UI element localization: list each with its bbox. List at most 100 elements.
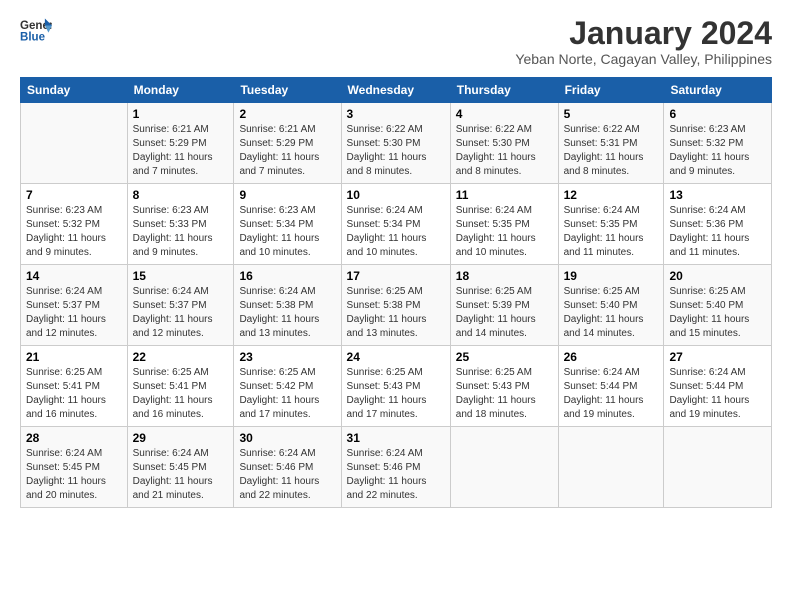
svg-text:Blue: Blue	[20, 32, 46, 44]
day-info: Sunrise: 6:24 AM Sunset: 5:35 PM Dayligh…	[456, 204, 553, 260]
day-cell: 24 Sunrise: 6:25 AM Sunset: 5:43 PM Dayli…	[341, 346, 450, 427]
day-info: Sunrise: 6:25 AM Sunset: 5:41 PM Dayligh…	[133, 366, 229, 422]
day-info: Sunrise: 6:23 AM Sunset: 5:34 PM Dayligh…	[239, 204, 335, 260]
day-cell: 31Sunrise: 6:24 AM Sunset: 5:46 PM Dayli…	[341, 427, 450, 508]
day-info: Sunrise: 6:23 AM Sunset: 5:32 PM Dayligh…	[26, 204, 122, 260]
day-number: 16	[239, 269, 335, 283]
day-cell	[450, 427, 558, 508]
day-number: 10	[347, 188, 445, 202]
day-info: Sunrise: 6:24 AM Sunset: 5:44 PM Dayligh…	[564, 366, 659, 422]
day-cell: 1 Sunrise: 6:21 AM Sunset: 5:29 PM Daylig…	[127, 103, 234, 184]
day-number: 27	[669, 350, 766, 364]
day-cell: 26 Sunrise: 6:24 AM Sunset: 5:44 PM Dayli…	[558, 346, 664, 427]
day-info: Sunrise: 6:25 AM Sunset: 5:43 PM Dayligh…	[456, 366, 553, 422]
col-wednesday: Wednesday	[341, 78, 450, 103]
day-info: Sunrise: 6:21 AM Sunset: 5:29 PM Dayligh…	[133, 123, 229, 179]
week-row-4: 21 Sunrise: 6:25 AM Sunset: 5:41 PM Dayli…	[21, 346, 772, 427]
day-number: 25	[456, 350, 553, 364]
day-number: 31	[347, 431, 445, 445]
day-info: Sunrise: 6:22 AM Sunset: 5:30 PM Dayligh…	[456, 123, 553, 179]
day-cell: 2Sunrise: 6:21 AM Sunset: 5:29 PM Daylig…	[234, 103, 341, 184]
day-info: Sunrise: 6:23 AM Sunset: 5:33 PM Dayligh…	[133, 204, 229, 260]
main-title: January 2024	[515, 16, 772, 51]
day-info: Sunrise: 6:24 AM Sunset: 5:45 PM Dayligh…	[26, 447, 122, 503]
day-cell: 10Sunrise: 6:24 AM Sunset: 5:34 PM Dayli…	[341, 184, 450, 265]
col-thursday: Thursday	[450, 78, 558, 103]
logo: General Blue	[20, 16, 52, 44]
week-row-1: 1 Sunrise: 6:21 AM Sunset: 5:29 PM Daylig…	[21, 103, 772, 184]
day-cell: 21Sunrise: 6:25 AM Sunset: 5:41 PM Dayli…	[21, 346, 128, 427]
day-cell: 20 Sunrise: 6:25 AM Sunset: 5:40 PM Dayli…	[664, 265, 772, 346]
day-info: Sunrise: 6:25 AM Sunset: 5:40 PM Dayligh…	[564, 285, 659, 341]
day-info: Sunrise: 6:24 AM Sunset: 5:38 PM Dayligh…	[239, 285, 335, 341]
day-number: 18	[456, 269, 553, 283]
day-number: 6	[669, 107, 766, 121]
day-number: 24	[347, 350, 445, 364]
day-info: Sunrise: 6:23 AM Sunset: 5:32 PM Dayligh…	[669, 123, 766, 179]
day-info: Sunrise: 6:24 AM Sunset: 5:46 PM Dayligh…	[239, 447, 335, 503]
day-cell: 8 Sunrise: 6:23 AM Sunset: 5:33 PM Daylig…	[127, 184, 234, 265]
day-info: Sunrise: 6:22 AM Sunset: 5:31 PM Dayligh…	[564, 123, 659, 179]
day-info: Sunrise: 6:25 AM Sunset: 5:43 PM Dayligh…	[347, 366, 445, 422]
page: General Blue January 2024 Yeban Norte, C…	[0, 0, 792, 612]
calendar-table: Sunday Monday Tuesday Wednesday Thursday…	[20, 77, 772, 508]
day-cell	[21, 103, 128, 184]
day-cell: 9 Sunrise: 6:23 AM Sunset: 5:34 PM Daylig…	[234, 184, 341, 265]
day-info: Sunrise: 6:22 AM Sunset: 5:30 PM Dayligh…	[347, 123, 445, 179]
col-monday: Monday	[127, 78, 234, 103]
col-saturday: Saturday	[664, 78, 772, 103]
day-number: 9	[239, 188, 335, 202]
day-cell: 11 Sunrise: 6:24 AM Sunset: 5:35 PM Dayli…	[450, 184, 558, 265]
day-cell: 5Sunrise: 6:22 AM Sunset: 5:31 PM Daylig…	[558, 103, 664, 184]
day-number: 22	[133, 350, 229, 364]
day-cell: 25 Sunrise: 6:25 AM Sunset: 5:43 PM Dayli…	[450, 346, 558, 427]
day-number: 17	[347, 269, 445, 283]
week-row-2: 7 Sunrise: 6:23 AM Sunset: 5:32 PM Daylig…	[21, 184, 772, 265]
day-number: 29	[133, 431, 229, 445]
day-cell: 3Sunrise: 6:22 AM Sunset: 5:30 PM Daylig…	[341, 103, 450, 184]
day-number: 13	[669, 188, 766, 202]
week-row-5: 28 Sunrise: 6:24 AM Sunset: 5:45 PM Dayli…	[21, 427, 772, 508]
day-number: 7	[26, 188, 122, 202]
day-cell: 6 Sunrise: 6:23 AM Sunset: 5:32 PM Daylig…	[664, 103, 772, 184]
day-info: Sunrise: 6:24 AM Sunset: 5:44 PM Dayligh…	[669, 366, 766, 422]
header-row: Sunday Monday Tuesday Wednesday Thursday…	[21, 78, 772, 103]
day-cell: 4Sunrise: 6:22 AM Sunset: 5:30 PM Daylig…	[450, 103, 558, 184]
day-number: 28	[26, 431, 122, 445]
day-cell: 16 Sunrise: 6:24 AM Sunset: 5:38 PM Dayli…	[234, 265, 341, 346]
col-friday: Friday	[558, 78, 664, 103]
day-number: 1	[133, 107, 229, 121]
day-number: 19	[564, 269, 659, 283]
day-number: 23	[239, 350, 335, 364]
col-sunday: Sunday	[21, 78, 128, 103]
day-number: 15	[133, 269, 229, 283]
day-number: 8	[133, 188, 229, 202]
day-cell: 23 Sunrise: 6:25 AM Sunset: 5:42 PM Dayli…	[234, 346, 341, 427]
day-cell: 18 Sunrise: 6:25 AM Sunset: 5:39 PM Dayli…	[450, 265, 558, 346]
day-info: Sunrise: 6:24 AM Sunset: 5:37 PM Dayligh…	[26, 285, 122, 341]
day-number: 2	[239, 107, 335, 121]
day-number: 11	[456, 188, 553, 202]
day-cell: 19 Sunrise: 6:25 AM Sunset: 5:40 PM Dayli…	[558, 265, 664, 346]
day-cell: 12Sunrise: 6:24 AM Sunset: 5:35 PM Dayli…	[558, 184, 664, 265]
day-info: Sunrise: 6:24 AM Sunset: 5:37 PM Dayligh…	[133, 285, 229, 341]
day-number: 21	[26, 350, 122, 364]
day-cell: 14Sunrise: 6:24 AM Sunset: 5:37 PM Dayli…	[21, 265, 128, 346]
subtitle: Yeban Norte, Cagayan Valley, Philippines	[515, 51, 772, 67]
day-cell: 17Sunrise: 6:25 AM Sunset: 5:38 PM Dayli…	[341, 265, 450, 346]
week-row-3: 14Sunrise: 6:24 AM Sunset: 5:37 PM Dayli…	[21, 265, 772, 346]
header: General Blue January 2024 Yeban Norte, C…	[20, 16, 772, 67]
day-info: Sunrise: 6:25 AM Sunset: 5:42 PM Dayligh…	[239, 366, 335, 422]
day-info: Sunrise: 6:25 AM Sunset: 5:40 PM Dayligh…	[669, 285, 766, 341]
day-number: 26	[564, 350, 659, 364]
day-number: 20	[669, 269, 766, 283]
day-cell	[664, 427, 772, 508]
day-cell: 30 Sunrise: 6:24 AM Sunset: 5:46 PM Dayli…	[234, 427, 341, 508]
day-cell: 27 Sunrise: 6:24 AM Sunset: 5:44 PM Dayli…	[664, 346, 772, 427]
day-number: 30	[239, 431, 335, 445]
day-cell: 13Sunrise: 6:24 AM Sunset: 5:36 PM Dayli…	[664, 184, 772, 265]
logo-icon: General Blue	[20, 16, 52, 44]
title-block: January 2024 Yeban Norte, Cagayan Valley…	[515, 16, 772, 67]
day-info: Sunrise: 6:25 AM Sunset: 5:39 PM Dayligh…	[456, 285, 553, 341]
day-cell	[558, 427, 664, 508]
